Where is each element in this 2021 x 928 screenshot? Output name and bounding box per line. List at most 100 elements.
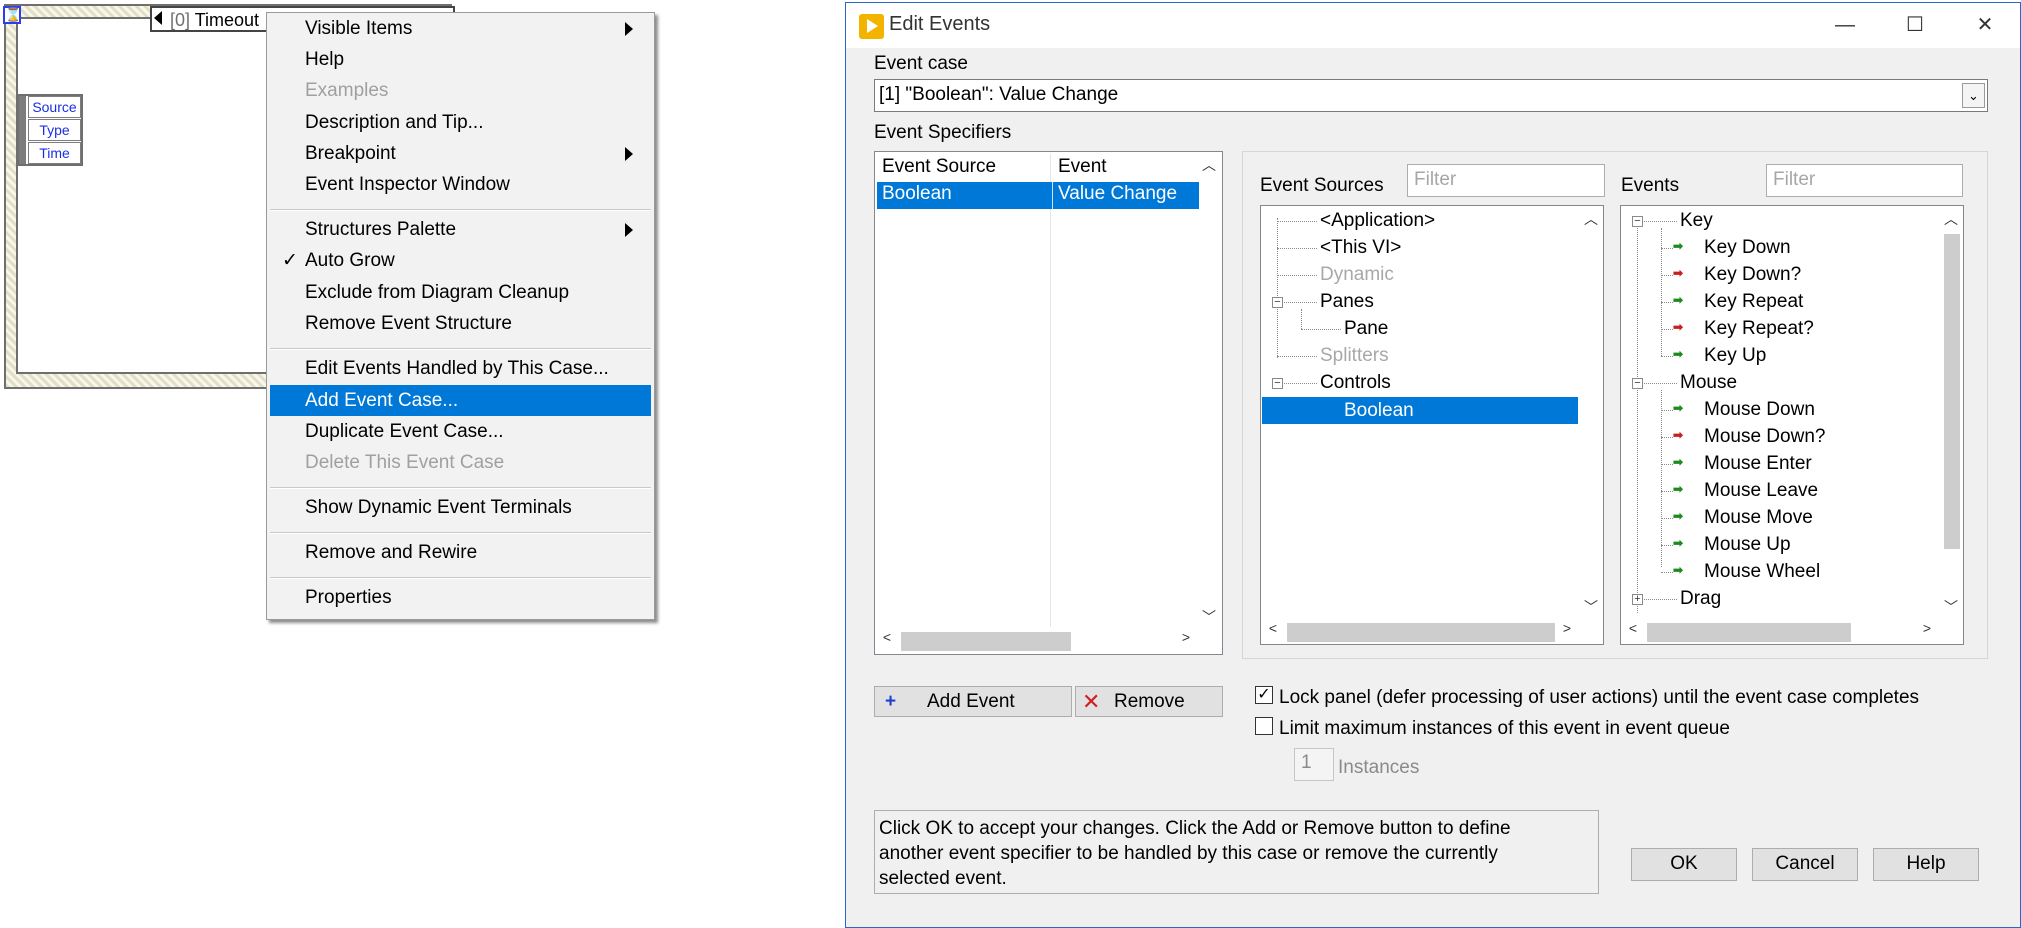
horizontal-scrollbar-thumb[interactable] xyxy=(901,632,1071,651)
menu-item-label: Breakpoint xyxy=(305,143,396,164)
menu-item-breakpoint[interactable]: Breakpoint xyxy=(270,138,651,169)
event-key-down[interactable]: Key Down xyxy=(1704,234,1791,261)
source-application[interactable]: <Application> xyxy=(1320,207,1435,234)
help-button[interactable]: Help xyxy=(1873,848,1979,881)
add-event-button[interactable]: + Add Event xyxy=(874,686,1072,717)
menu-item-label: Examples xyxy=(305,80,389,101)
scroll-up-icon[interactable]: ︿ xyxy=(1199,155,1219,175)
menu-item-add-event-case[interactable]: Add Event Case... xyxy=(270,385,651,416)
source-controls[interactable]: Controls xyxy=(1320,369,1391,396)
source-boolean-row[interactable]: Boolean xyxy=(1262,397,1578,424)
menu-item-label: Edit Events Handled by This Case... xyxy=(305,358,609,379)
chevron-down-icon[interactable]: ⌄ xyxy=(1962,83,1985,108)
event-key-down-filter[interactable]: Key Down? xyxy=(1704,261,1801,288)
ok-button[interactable]: OK xyxy=(1631,848,1737,881)
close-icon[interactable]: ✕ xyxy=(1950,3,2020,48)
scroll-left-icon[interactable]: < xyxy=(1263,620,1283,636)
collapse-icon[interactable]: − xyxy=(1272,297,1283,308)
scroll-right-icon[interactable]: > xyxy=(1917,620,1937,636)
menu-item-event-inspector-window[interactable]: Event Inspector Window xyxy=(270,169,651,200)
event-arrow-icon: ➡ xyxy=(1673,293,1684,307)
menu-item-help[interactable]: Help xyxy=(270,44,651,75)
events-filter[interactable]: Filter xyxy=(1766,164,1963,197)
source-dynamic: Dynamic xyxy=(1320,264,1394,285)
event-sources-filter[interactable]: Filter xyxy=(1407,164,1605,197)
scroll-left-icon[interactable]: < xyxy=(1623,620,1643,636)
horizontal-scrollbar-thumb[interactable] xyxy=(1287,623,1555,642)
scroll-down-icon[interactable]: ﹀ xyxy=(1581,597,1601,617)
event-specifiers-list[interactable]: Event Source Event Boolean Value Change … xyxy=(874,151,1223,655)
tree-line xyxy=(1644,221,1677,222)
limit-instances-label[interactable]: Limit maximum instances of this event in… xyxy=(1279,718,1730,740)
scroll-right-icon[interactable]: > xyxy=(1557,620,1577,636)
event-mouse-up[interactable]: Mouse Up xyxy=(1704,531,1791,558)
event-mouse-enter[interactable]: Mouse Enter xyxy=(1704,450,1812,477)
vertical-scrollbar-thumb[interactable] xyxy=(1944,234,1960,549)
remove-event-button[interactable]: ✕ Remove xyxy=(1075,686,1223,717)
hourglass-icon[interactable]: ⌛ xyxy=(3,6,21,24)
event-key-repeat-filter[interactable]: Key Repeat? xyxy=(1704,315,1814,342)
menu-item-auto-grow[interactable]: ✓ Auto Grow xyxy=(270,245,651,276)
event-mouse-down[interactable]: Mouse Down xyxy=(1704,396,1815,423)
cancel-button[interactable]: Cancel xyxy=(1752,848,1858,881)
table-row[interactable]: Boolean Value Change xyxy=(877,182,1199,209)
source-this-vi[interactable]: <This VI> xyxy=(1320,234,1401,261)
event-sources-tree[interactable]: <Application> <This VI> Dynamic − Panes … xyxy=(1260,205,1604,645)
expand-icon[interactable]: + xyxy=(1632,594,1643,605)
add-icon: + xyxy=(885,691,897,712)
event-group-key[interactable]: Key xyxy=(1680,207,1713,234)
source-panes[interactable]: Panes xyxy=(1320,288,1374,315)
menu-item-remove-and-rewire[interactable]: Remove and Rewire xyxy=(270,537,651,568)
scroll-left-icon[interactable]: < xyxy=(877,629,897,645)
menu-item-remove-event-structure[interactable]: Remove Event Structure xyxy=(270,308,651,339)
menu-item-label: Remove and Rewire xyxy=(305,542,478,563)
minimize-icon[interactable]: — xyxy=(1810,3,1880,48)
event-data-node[interactable]: Source Type Time xyxy=(17,94,83,166)
title-bar[interactable]: Edit Events — ☐ ✕ xyxy=(846,3,2020,48)
tree-line xyxy=(1661,356,1673,357)
lock-panel-label[interactable]: Lock panel (defer processing of user act… xyxy=(1279,687,1919,709)
source-pane[interactable]: Pane xyxy=(1344,315,1388,342)
scroll-right-icon[interactable]: > xyxy=(1176,629,1196,645)
event-data-source[interactable]: Source xyxy=(28,96,81,118)
collapse-icon[interactable]: − xyxy=(1272,378,1283,389)
lock-panel-checkbox[interactable]: ✓ xyxy=(1255,686,1273,704)
tree-line xyxy=(1637,218,1638,613)
menu-item-description-and-tip[interactable]: Description and Tip... xyxy=(270,107,651,138)
menu-item-label: Description and Tip... xyxy=(305,112,484,133)
menu-item-visible-items[interactable]: Visible Items xyxy=(270,13,651,44)
event-data-type[interactable]: Type xyxy=(28,119,81,141)
column-header-event-source[interactable]: Event Source xyxy=(882,156,996,178)
event-group-drag[interactable]: Drag xyxy=(1680,585,1721,612)
scroll-down-icon[interactable]: ﹀ xyxy=(1941,597,1961,617)
check-mark-icon: ✓ xyxy=(282,250,298,271)
menu-item-properties[interactable]: Properties xyxy=(270,582,651,613)
event-key-up[interactable]: Key Up xyxy=(1704,342,1766,369)
collapse-icon[interactable]: − xyxy=(1632,378,1643,389)
event-data-time[interactable]: Time xyxy=(28,142,81,164)
menu-item-show-dynamic-terminals[interactable]: Show Dynamic Event Terminals xyxy=(270,492,651,523)
scroll-down-icon[interactable]: ﹀ xyxy=(1199,607,1219,627)
tree-line xyxy=(1661,545,1673,546)
menu-item-duplicate-event-case[interactable]: Duplicate Event Case... xyxy=(270,416,651,447)
scroll-up-icon[interactable]: ︿ xyxy=(1941,209,1961,229)
limit-instances-checkbox[interactable] xyxy=(1255,717,1273,735)
scroll-up-icon[interactable]: ︿ xyxy=(1581,209,1601,229)
event-mouse-move[interactable]: Mouse Move xyxy=(1704,504,1813,531)
horizontal-scrollbar-thumb[interactable] xyxy=(1647,623,1851,642)
events-tree[interactable]: − Key ➡ Key Down ➡ Key Down? ➡ Key Repea… xyxy=(1620,205,1964,645)
event-key-repeat[interactable]: Key Repeat xyxy=(1704,288,1803,315)
column-header-event[interactable]: Event xyxy=(1058,156,1107,178)
menu-item-structures-palette[interactable]: Structures Palette xyxy=(270,214,651,245)
decrement-arrow-icon[interactable] xyxy=(154,11,162,25)
menu-item-exclude-from-cleanup[interactable]: Exclude from Diagram Cleanup xyxy=(270,277,651,308)
maximize-icon[interactable]: ☐ xyxy=(1880,3,1950,48)
event-group-mouse[interactable]: Mouse xyxy=(1680,369,1737,396)
collapse-icon[interactable]: − xyxy=(1632,216,1643,227)
tree-line xyxy=(1661,518,1673,519)
event-mouse-down-filter[interactable]: Mouse Down? xyxy=(1704,423,1825,450)
event-case-dropdown[interactable]: [1] "Boolean": Value Change ⌄ xyxy=(874,79,1988,112)
event-mouse-wheel[interactable]: Mouse Wheel xyxy=(1704,558,1820,585)
menu-item-edit-events[interactable]: Edit Events Handled by This Case... xyxy=(270,353,651,384)
event-mouse-leave[interactable]: Mouse Leave xyxy=(1704,477,1818,504)
